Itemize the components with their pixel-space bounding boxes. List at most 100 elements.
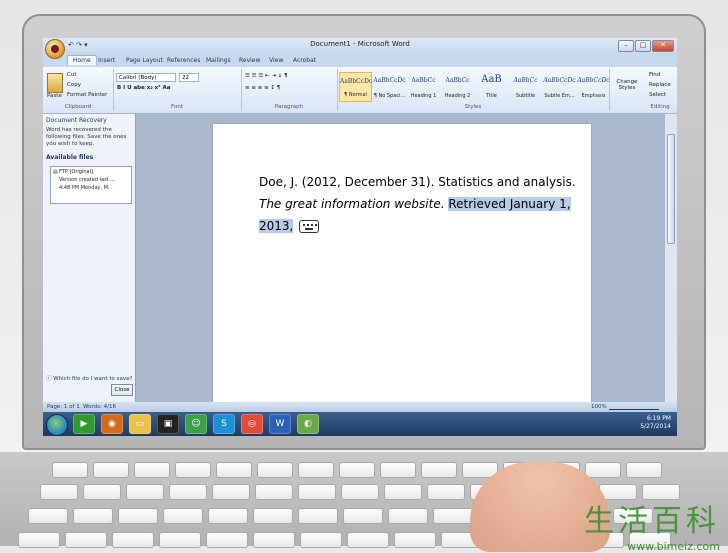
- recovery-message: Word has recovered the following files. …: [46, 127, 127, 147]
- key: [216, 462, 252, 478]
- citation-line-2: The great information website. Retrieved…: [259, 197, 571, 211]
- key: [343, 508, 383, 524]
- key: [126, 484, 164, 500]
- chrome-icon[interactable]: ◎: [241, 414, 263, 434]
- selected-text: Retrieved January 1,: [448, 197, 571, 211]
- key: [253, 508, 293, 524]
- style-subtle-emphasis[interactable]: AaBbCcDc Subtle Em...: [543, 72, 576, 102]
- window-controls: – □ ✕: [618, 40, 674, 52]
- paste-button[interactable]: Paste: [47, 93, 62, 99]
- tab-mailings[interactable]: Mailings: [201, 56, 236, 65]
- terminal-icon[interactable]: ▣: [157, 414, 179, 434]
- messenger-icon[interactable]: ☺: [185, 414, 207, 434]
- style-heading-1[interactable]: AaBbCc Heading 1: [407, 72, 440, 102]
- tab-acrobat[interactable]: Acrobat: [288, 56, 321, 65]
- select-button[interactable]: Select: [649, 92, 666, 98]
- explorer-folder-icon[interactable]: ▭: [129, 414, 151, 434]
- key: [339, 462, 375, 478]
- key: [73, 508, 113, 524]
- key: [169, 484, 207, 500]
- close-button[interactable]: ✕: [652, 40, 674, 52]
- style-normal[interactable]: AaBbCcDc ¶ Normal: [339, 72, 372, 102]
- format-painter-button[interactable]: Format Painter: [67, 92, 107, 98]
- style-no-spacing[interactable]: AaBbCcDc ¶ No Spaci...: [373, 72, 406, 102]
- tab-insert[interactable]: Insert: [93, 56, 120, 65]
- find-button[interactable]: Find: [649, 72, 660, 78]
- replace-button[interactable]: Replace: [649, 82, 671, 88]
- font-family-select[interactable]: Calibri (Body): [116, 73, 176, 82]
- word-count[interactable]: Words: 4/16: [83, 404, 116, 410]
- style-title[interactable]: AaB Title: [475, 72, 508, 102]
- zoom-slider[interactable]: [609, 403, 659, 410]
- clock-date: 5/27/2014: [640, 423, 671, 430]
- office-logo-icon: ⬤: [50, 44, 60, 53]
- key: [212, 484, 250, 500]
- key: [384, 484, 422, 500]
- key: [626, 462, 662, 478]
- recovery-close-button[interactable]: Close: [111, 384, 133, 396]
- keyboard-icon: [299, 220, 320, 233]
- page-count[interactable]: Page: 1 of 1: [47, 404, 80, 410]
- key: [255, 484, 293, 500]
- maximize-button[interactable]: □: [635, 40, 651, 52]
- recovered-file-version: Version created last ...: [59, 177, 115, 183]
- skype-icon[interactable]: S: [213, 414, 235, 434]
- taskbar: ▶ ◉ ▭ ▣ ☺ S ◎ W ◐ 6:19 PM 5/27/2014: [43, 412, 677, 436]
- minimize-button[interactable]: –: [618, 40, 634, 52]
- document-icon: ▤: [53, 169, 58, 175]
- office-button[interactable]: ⬤: [45, 39, 65, 59]
- media-player-icon[interactable]: ▶: [73, 414, 95, 434]
- list-buttons[interactable]: ☰ ☰ ☰ ⇤ ⇥ ↓ ¶: [245, 73, 288, 79]
- start-button[interactable]: [46, 414, 68, 436]
- app-icon[interactable]: ◐: [297, 414, 319, 434]
- tab-page-layout[interactable]: Page Layout: [121, 56, 168, 65]
- key: [83, 484, 121, 500]
- status-bar: Page: 1 of 1 Words: 4/16 100%: [43, 402, 677, 412]
- available-files-heading: Available files: [46, 154, 94, 161]
- style-heading-2[interactable]: AaBbCc Heading 2: [441, 72, 474, 102]
- citation-title: The great information website.: [259, 197, 445, 211]
- font-size-select[interactable]: 22: [179, 73, 199, 82]
- paragraph-label: Paragraph: [274, 104, 304, 110]
- change-styles-button[interactable]: Change Styles: [615, 79, 639, 91]
- watermark: 生活百科 www.bimeiz.com: [584, 496, 720, 553]
- ribbon-tabs: Home Insert Page Layout References Maili…: [43, 54, 677, 67]
- styles-label: Styles: [464, 104, 482, 110]
- ribbon: Paste Cut Copy Format Painter Clipboard …: [43, 67, 677, 114]
- style-subtitle[interactable]: AaBbCc Subtitle: [509, 72, 542, 102]
- copy-button[interactable]: Copy: [67, 82, 81, 88]
- clock[interactable]: 6:19 PM 5/27/2014: [640, 415, 671, 431]
- selected-text-end: 2013,: [259, 219, 294, 233]
- key: [421, 462, 457, 478]
- recovery-help-link[interactable]: ⓘ Which file do I want to save?: [46, 374, 132, 382]
- cut-button[interactable]: Cut: [67, 72, 76, 78]
- align-buttons[interactable]: ≡ ≡ ≡ ≡ ↕ ¶: [245, 85, 280, 91]
- scrollbar-thumb[interactable]: [667, 134, 675, 244]
- style-emphasis[interactable]: AaBbCcDc Emphasis: [577, 72, 610, 102]
- tab-view[interactable]: View: [264, 56, 288, 65]
- styles-group: AaBbCcDc ¶ Normal AaBbCcDc ¶ No Spaci... A…: [337, 69, 610, 111]
- key: [118, 508, 158, 524]
- word-icon[interactable]: W: [269, 414, 291, 434]
- recovered-file-time: 4:48 PM Monday, M...: [59, 185, 113, 191]
- paragraph-group: ☰ ☰ ☰ ⇤ ⇥ ↓ ¶ ≡ ≡ ≡ ≡ ↕ ¶ Paragraph: [241, 69, 338, 111]
- recovered-file-item[interactable]: ▤ FTP [Original] Version created last ..…: [50, 166, 132, 204]
- tab-references[interactable]: References: [162, 56, 205, 65]
- vertical-scrollbar[interactable]: [664, 114, 677, 402]
- firefox-icon[interactable]: ◉: [101, 414, 123, 434]
- tab-review[interactable]: Review: [234, 56, 265, 65]
- zoom-level[interactable]: 100%: [591, 404, 607, 410]
- document-page[interactable]: Doe, J. (2012, December 31). Statistics …: [213, 124, 591, 414]
- work-area: Document Recovery Word has recovered the…: [43, 114, 677, 414]
- font-label: Font: [171, 104, 183, 110]
- clipboard-label: Clipboard: [64, 104, 92, 110]
- paste-icon[interactable]: [47, 73, 63, 93]
- key: [93, 462, 129, 478]
- key: [433, 508, 473, 524]
- key: [298, 462, 334, 478]
- key: [28, 508, 68, 524]
- screen: ↶ ↷ ▾ Document1 - Microsoft Word – □ ✕ ⬤…: [43, 38, 677, 436]
- font-format-buttons[interactable]: B I U abe x₂ x² Aa: [117, 85, 170, 91]
- key: [298, 484, 336, 500]
- key: [427, 484, 465, 500]
